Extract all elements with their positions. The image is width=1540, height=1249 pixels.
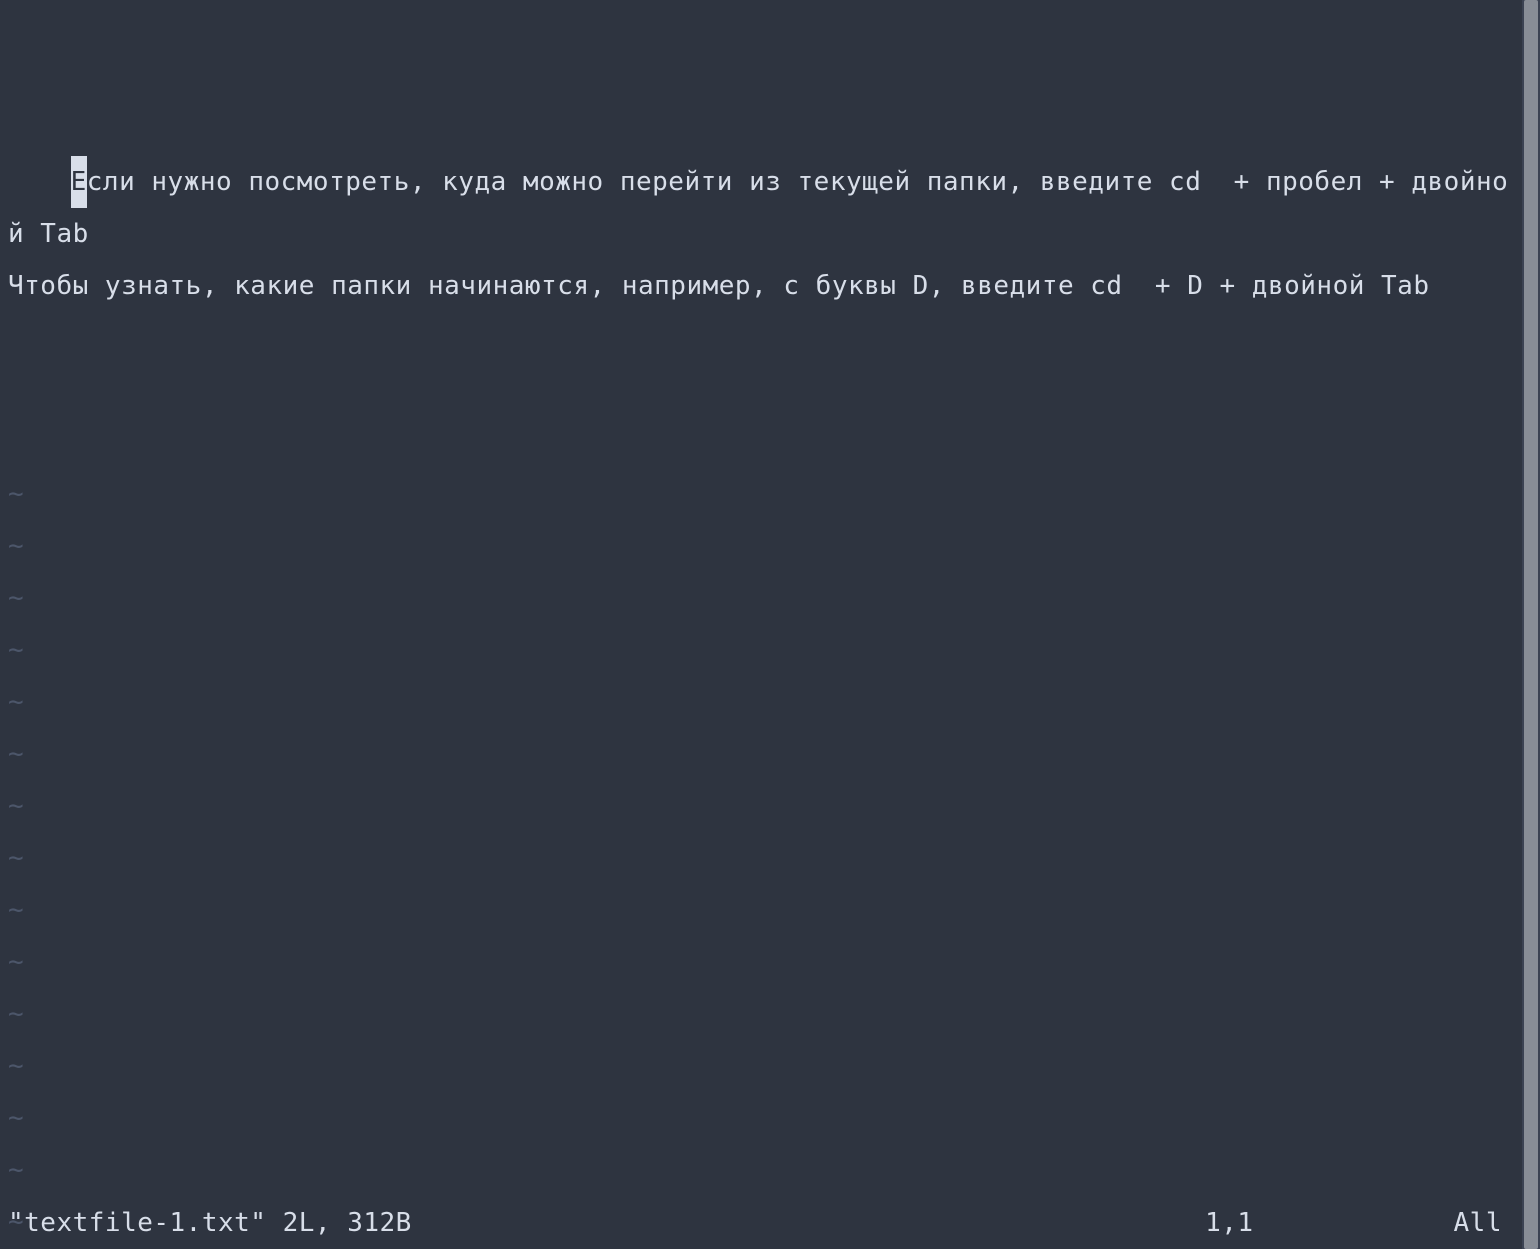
scrollbar[interactable]	[1522, 0, 1540, 1249]
empty-line-tilde: ~	[8, 1040, 1522, 1092]
empty-line-tilde: ~	[8, 936, 1522, 988]
status-filename: "textfile-1.txt" 2L, 312B	[8, 1197, 412, 1249]
empty-line-tilde: ~	[8, 676, 1522, 728]
empty-line-tilde: ~	[8, 988, 1522, 1040]
empty-line-tilde: ~	[8, 884, 1522, 936]
empty-lines: ~~~~~~~~~~~~~~~~~	[0, 468, 1522, 1249]
empty-line-tilde: ~	[8, 624, 1522, 676]
empty-line-tilde: ~	[8, 572, 1522, 624]
buffer-text[interactable]: Если нужно посмотреть, куда можно перейт…	[0, 104, 1522, 364]
text-line-1: сли нужно посмотреть, куда можно перейти…	[8, 167, 1508, 249]
cursor: Е	[71, 156, 87, 208]
empty-line-tilde: ~	[8, 1092, 1522, 1144]
empty-line-tilde: ~	[8, 728, 1522, 780]
empty-line-tilde: ~	[8, 832, 1522, 884]
empty-line-tilde: ~	[8, 468, 1522, 520]
text-line-2: Чтобы узнать, какие папки начинаются, на…	[8, 271, 1430, 301]
empty-line-tilde: ~	[8, 780, 1522, 832]
editor-viewport[interactable]: Если нужно посмотреть, куда можно перейт…	[0, 0, 1522, 1249]
status-line: "textfile-1.txt" 2L, 312B 1,1 All	[0, 1197, 1522, 1249]
status-scroll: All	[1454, 1197, 1502, 1249]
scrollbar-thumb[interactable]	[1524, 0, 1538, 1249]
status-cursor-position: 1,1	[1205, 1197, 1453, 1249]
empty-line-tilde: ~	[8, 1144, 1522, 1196]
empty-line-tilde: ~	[8, 520, 1522, 572]
